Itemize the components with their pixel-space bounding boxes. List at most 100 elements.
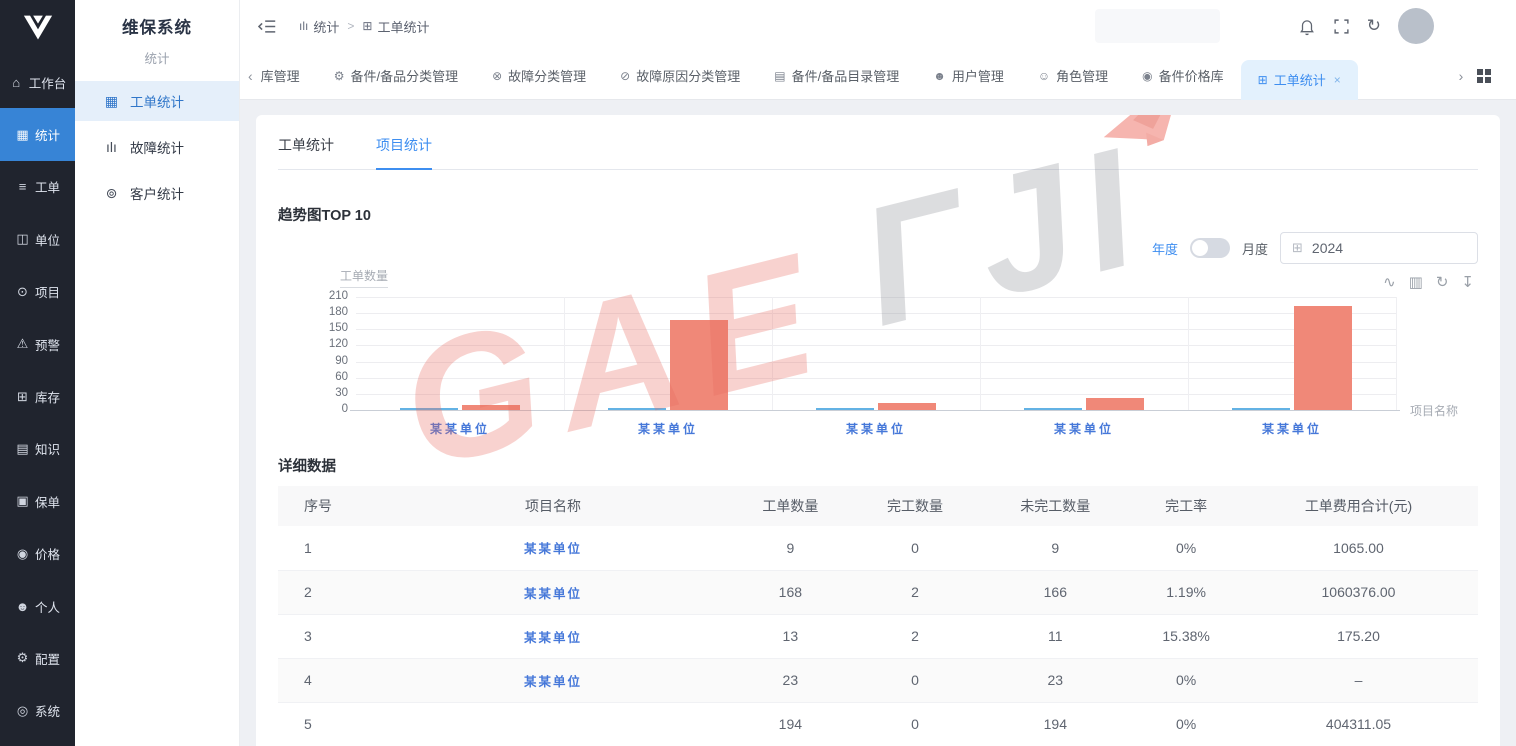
sidebar-item-label: 工单 [35,177,60,196]
sidebar-item-inventory[interactable]: ⊞库存 [0,370,75,422]
system-icon: ◎ [15,703,30,719]
cell-total: 168 [728,570,853,614]
secondary-sidebar: 维保系统 统计 ▦工单统计ılı故障统计⊚客户统计 [75,0,240,746]
route-tab-parts-price-db[interactable]: ◉备件价格库 [1125,57,1241,94]
sidebar-item-policy[interactable]: ▣保单 [0,475,75,527]
sidebar-item-workbench[interactable]: ⌂工作台 [0,56,75,108]
submenu-item-fault-stats[interactable]: ılı故障统计 [75,127,239,167]
workorder-icon: ≡ [15,179,30,194]
tab-scroll-right-icon[interactable]: › [1451,68,1472,84]
bar-complete-0 [400,408,458,410]
category-label-4[interactable]: 某某单位 [1188,420,1396,437]
breadcrumb-item-workorder-stats[interactable]: ⊞ 工单统计 [362,17,429,36]
chart-download-icon[interactable]: ↧ [1461,273,1474,291]
sidebar-item-system[interactable]: ◎系统 [0,685,75,737]
bar-total-1 [670,320,728,410]
bar-total-2 [878,403,936,410]
app-logo-icon[interactable] [0,0,75,56]
project-name-link[interactable]: 某某单位 [524,675,582,689]
cell-cost: 404311.05 [1239,702,1478,746]
sidebar-item-stats[interactable]: ▦统计 [0,108,75,160]
sidebar-item-workorder[interactable]: ≡ 工单 [0,161,75,213]
route-tab-warehouse-mgmt[interactable]: 仓库管理 [261,57,317,94]
cell-name [378,702,728,746]
bar-total-4 [1294,306,1352,410]
submenu-item-label: 故障统计 [130,137,184,157]
fault-reason-category-mgmt-icon: ⊘ [620,69,630,83]
fullscreen-icon[interactable] [1333,18,1350,35]
table-row: 1某某单位9090%1065.00 [278,526,1478,570]
route-tab-workorder-stats[interactable]: ⊞工单统计× [1241,60,1358,100]
sidebar-item-price[interactable]: ◉价格 [0,528,75,580]
year-picker[interactable]: ⊞ 2024 [1280,232,1478,264]
sidebar-item-config[interactable]: ⚙配置 [0,632,75,684]
trend-chart-title: 趋势图TOP 10 [278,204,1478,225]
toggle-year-label[interactable]: 年度 [1152,239,1178,258]
role-mgmt-icon: ☺ [1038,69,1050,83]
content-area: 工单统计 项目统计 趋势图TOP 10 年度 月度 ⊞ 2024 ∿ ▥ ↻ ↧… [240,100,1516,746]
sidebar-item-alert[interactable]: ⚠预警 [0,318,75,370]
cell-undone: 194 [977,702,1133,746]
tab-scroll-left-icon[interactable]: ‹ [240,68,261,84]
tab-workorder-stats[interactable]: 工单统计 [278,135,334,169]
cell-index: 2 [278,570,378,614]
route-tab-parts-category-mgmt[interactable]: ⚙备件/备品分类管理 [317,57,475,94]
cell-rate: 15.38% [1133,614,1239,658]
chart-gridline [356,394,1396,395]
column-header-5: 完工率 [1133,486,1239,526]
year-picker-value: 2024 [1312,240,1343,256]
route-tab-fault-category-mgmt[interactable]: ⊗故障分类管理 [475,57,603,94]
sidebar-item-project[interactable]: ⊙项目 [0,266,75,318]
line-chart-icon[interactable]: ∿ [1383,273,1396,291]
x-axis-name: 项目名称 [1410,402,1458,419]
project-name-link[interactable]: 某某单位 [524,631,582,645]
route-tab-fault-reason-category-mgmt[interactable]: ⊘故障原因分类管理 [603,57,757,94]
breadcrumb-separator: > [347,19,354,33]
chart-split-line [564,297,565,410]
sidebar-item-knowledge[interactable]: ▤知识 [0,423,75,475]
sidebar-item-label: 统计 [35,125,60,144]
inventory-icon: ⊞ [15,389,30,405]
toggle-month-label[interactable]: 月度 [1242,239,1268,258]
chart-gridline [356,362,1396,363]
refresh-icon[interactable]: ↻ [1367,16,1381,36]
category-label-1[interactable]: 某某单位 [564,420,772,437]
bar-complete-4 [1232,408,1290,410]
price-icon: ◉ [15,546,30,562]
route-tab-parts-catalog-mgmt[interactable]: ▤备件/备品目录管理 [757,57,916,94]
y-tick-label: 30 [308,387,348,399]
column-header-3: 完工数量 [853,486,978,526]
bar-chart-icon[interactable]: ▥ [1409,273,1423,291]
sidebar-collapse-icon[interactable] [258,18,277,35]
tab-grid-menu-icon[interactable] [1477,69,1491,83]
sidebar-item-profile[interactable]: ☻个人 [0,580,75,632]
avatar[interactable] [1398,8,1434,44]
submenu-item-workorder-stats[interactable]: ▦工单统计 [75,81,239,121]
notification-bell-icon[interactable] [1298,17,1316,36]
project-name-link[interactable]: 某某单位 [524,542,582,556]
year-month-toggle[interactable] [1190,238,1230,258]
column-header-0: 序号 [278,486,378,526]
cell-name: 某某单位 [378,614,728,658]
cell-cost: 1065.00 [1239,526,1478,570]
cell-cost: 175.20 [1239,614,1478,658]
route-tab-user-mgmt[interactable]: ☻用户管理 [916,57,1021,94]
category-label-0[interactable]: 某某单位 [356,420,564,437]
chart-gridline [356,329,1396,330]
tab-close-icon[interactable]: × [1334,73,1341,87]
chart-refresh-icon[interactable]: ↻ [1436,273,1449,291]
secondary-nav: ▦工单统计 ılı故障统计 ⊚客户统计 [75,81,239,213]
y-tick-label: 120 [308,338,348,350]
project-name-link[interactable]: 某某单位 [524,587,582,601]
route-tab-role-mgmt[interactable]: ☺角色管理 [1021,57,1125,94]
submenu-item-customer-stats[interactable]: ⊚客户统计 [75,173,239,213]
breadcrumb-item-stats[interactable]: ılı 统计 [299,17,339,36]
bar-total-0 [462,405,520,410]
tab-project-stats[interactable]: 项目统计 [376,135,432,170]
category-label-2[interactable]: 某某单位 [772,420,980,437]
category-label-3[interactable]: 某某单位 [980,420,1188,437]
primary-sidebar: ⌂工作台▦统计 ≡ 工单 ◫单位⊙项目⚠预警⊞库存▤知识▣保单◉价格☻个人⚙配置◎系统 [0,0,75,746]
sidebar-item-unit[interactable]: ◫单位 [0,213,75,265]
route-tab-label: 备件/备品目录管理 [792,66,900,85]
cell-done: 2 [853,614,978,658]
